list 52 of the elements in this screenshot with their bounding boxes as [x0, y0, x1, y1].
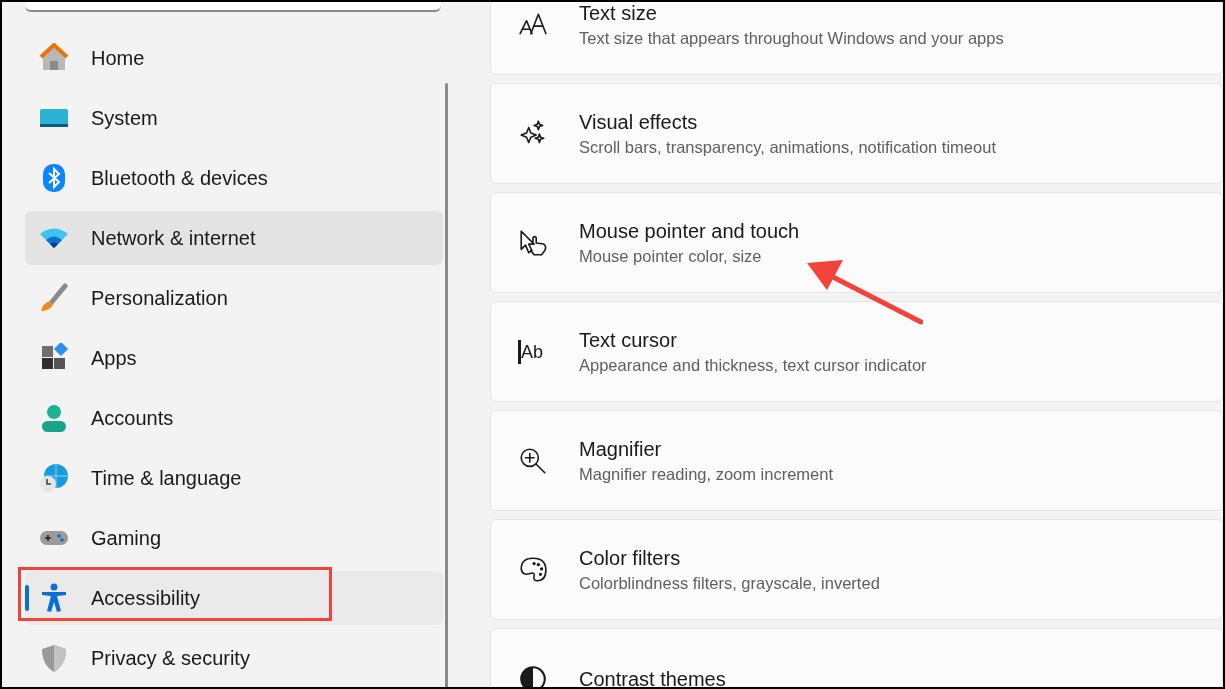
- nav-label: Gaming: [91, 526, 162, 551]
- nav-item[interactable]: Home: [25, 31, 443, 85]
- nav-item[interactable]: Privacy & security: [25, 631, 443, 685]
- scrollbar-thumb[interactable]: [445, 83, 448, 687]
- nav-item[interactable]: Apps: [25, 331, 443, 385]
- nav-item[interactable]: Personalization: [25, 271, 443, 325]
- pointer-hand-icon: [518, 227, 548, 258]
- nav-label: Network & internet: [91, 226, 256, 251]
- card-subtitle: Appearance and thickness, text cursor indicator: [579, 354, 927, 376]
- nav-label: Accounts: [91, 406, 174, 431]
- nav-item[interactable]: Accessibility: [25, 571, 443, 625]
- home-icon: [39, 43, 69, 73]
- zoom-in-icon: [518, 445, 548, 476]
- card-subtitle: Magnifier reading, zoom increment: [579, 463, 834, 485]
- settings-card[interactable]: Contrast themes: [490, 628, 1223, 687]
- card-title: Color filters: [579, 545, 682, 571]
- nav-label: Accessibility: [91, 586, 200, 611]
- person-icon: [39, 403, 69, 433]
- settings-card[interactable]: Mouse pointer and touch Mouse pointer color, size: [490, 192, 1223, 293]
- nav-label: Apps: [91, 346, 137, 371]
- nav-item[interactable]: System: [25, 91, 443, 145]
- nav-label: Privacy & security: [91, 646, 250, 671]
- nav-item[interactable]: Network & internet: [25, 211, 443, 265]
- globe-clock-icon: [39, 463, 69, 493]
- settings-card[interactable]: Text size Text size that appears throughout Windows and your apps: [490, 2, 1223, 75]
- card-subtitle: Mouse pointer color, size: [579, 245, 763, 267]
- nav-item[interactable]: Time & language: [25, 451, 443, 505]
- paintbrush-icon: [39, 283, 69, 313]
- card-title: Text cursor: [579, 327, 678, 353]
- settings-card[interactable]: Magnifier Magnifier reading, zoom increment: [490, 410, 1223, 511]
- nav-label: Time & language: [91, 466, 242, 491]
- nav-item[interactable]: Bluetooth & devices: [25, 151, 443, 205]
- card-title: Text size: [579, 2, 658, 26]
- nav-label: Home: [91, 46, 145, 71]
- shield-icon: [39, 643, 69, 673]
- selection-indicator: [25, 585, 29, 611]
- nav-label: System: [91, 106, 158, 131]
- card-subtitle: Colorblindness filters, grayscale, inverted: [579, 572, 880, 594]
- nav-label: Bluetooth & devices: [91, 166, 268, 191]
- card-subtitle: Text size that appears throughout Windows and your apps: [579, 27, 1004, 49]
- nav-item[interactable]: Gaming: [25, 511, 443, 565]
- card-title: Contrast themes: [579, 666, 726, 687]
- card-subtitle: Scroll bars, transparency, animations, notification timeout: [579, 136, 996, 158]
- card-title: Visual effects: [579, 109, 699, 135]
- card-title: Magnifier: [579, 436, 663, 462]
- settings-card[interactable]: Ab Text cursor Appearance and thickness, text cursor indicator: [490, 301, 1223, 402]
- nav-item[interactable]: Accounts: [25, 391, 443, 445]
- settings-card[interactable]: Color filters Colorblindness filters, grayscale, inverted: [490, 519, 1223, 620]
- card-title: Mouse pointer and touch: [579, 218, 800, 244]
- accessibility-icon: [39, 583, 69, 613]
- nav-label: Personalization: [91, 286, 228, 311]
- settings-card[interactable]: Visual effects Scroll bars, transparency, animations, notification timeout: [490, 83, 1223, 184]
